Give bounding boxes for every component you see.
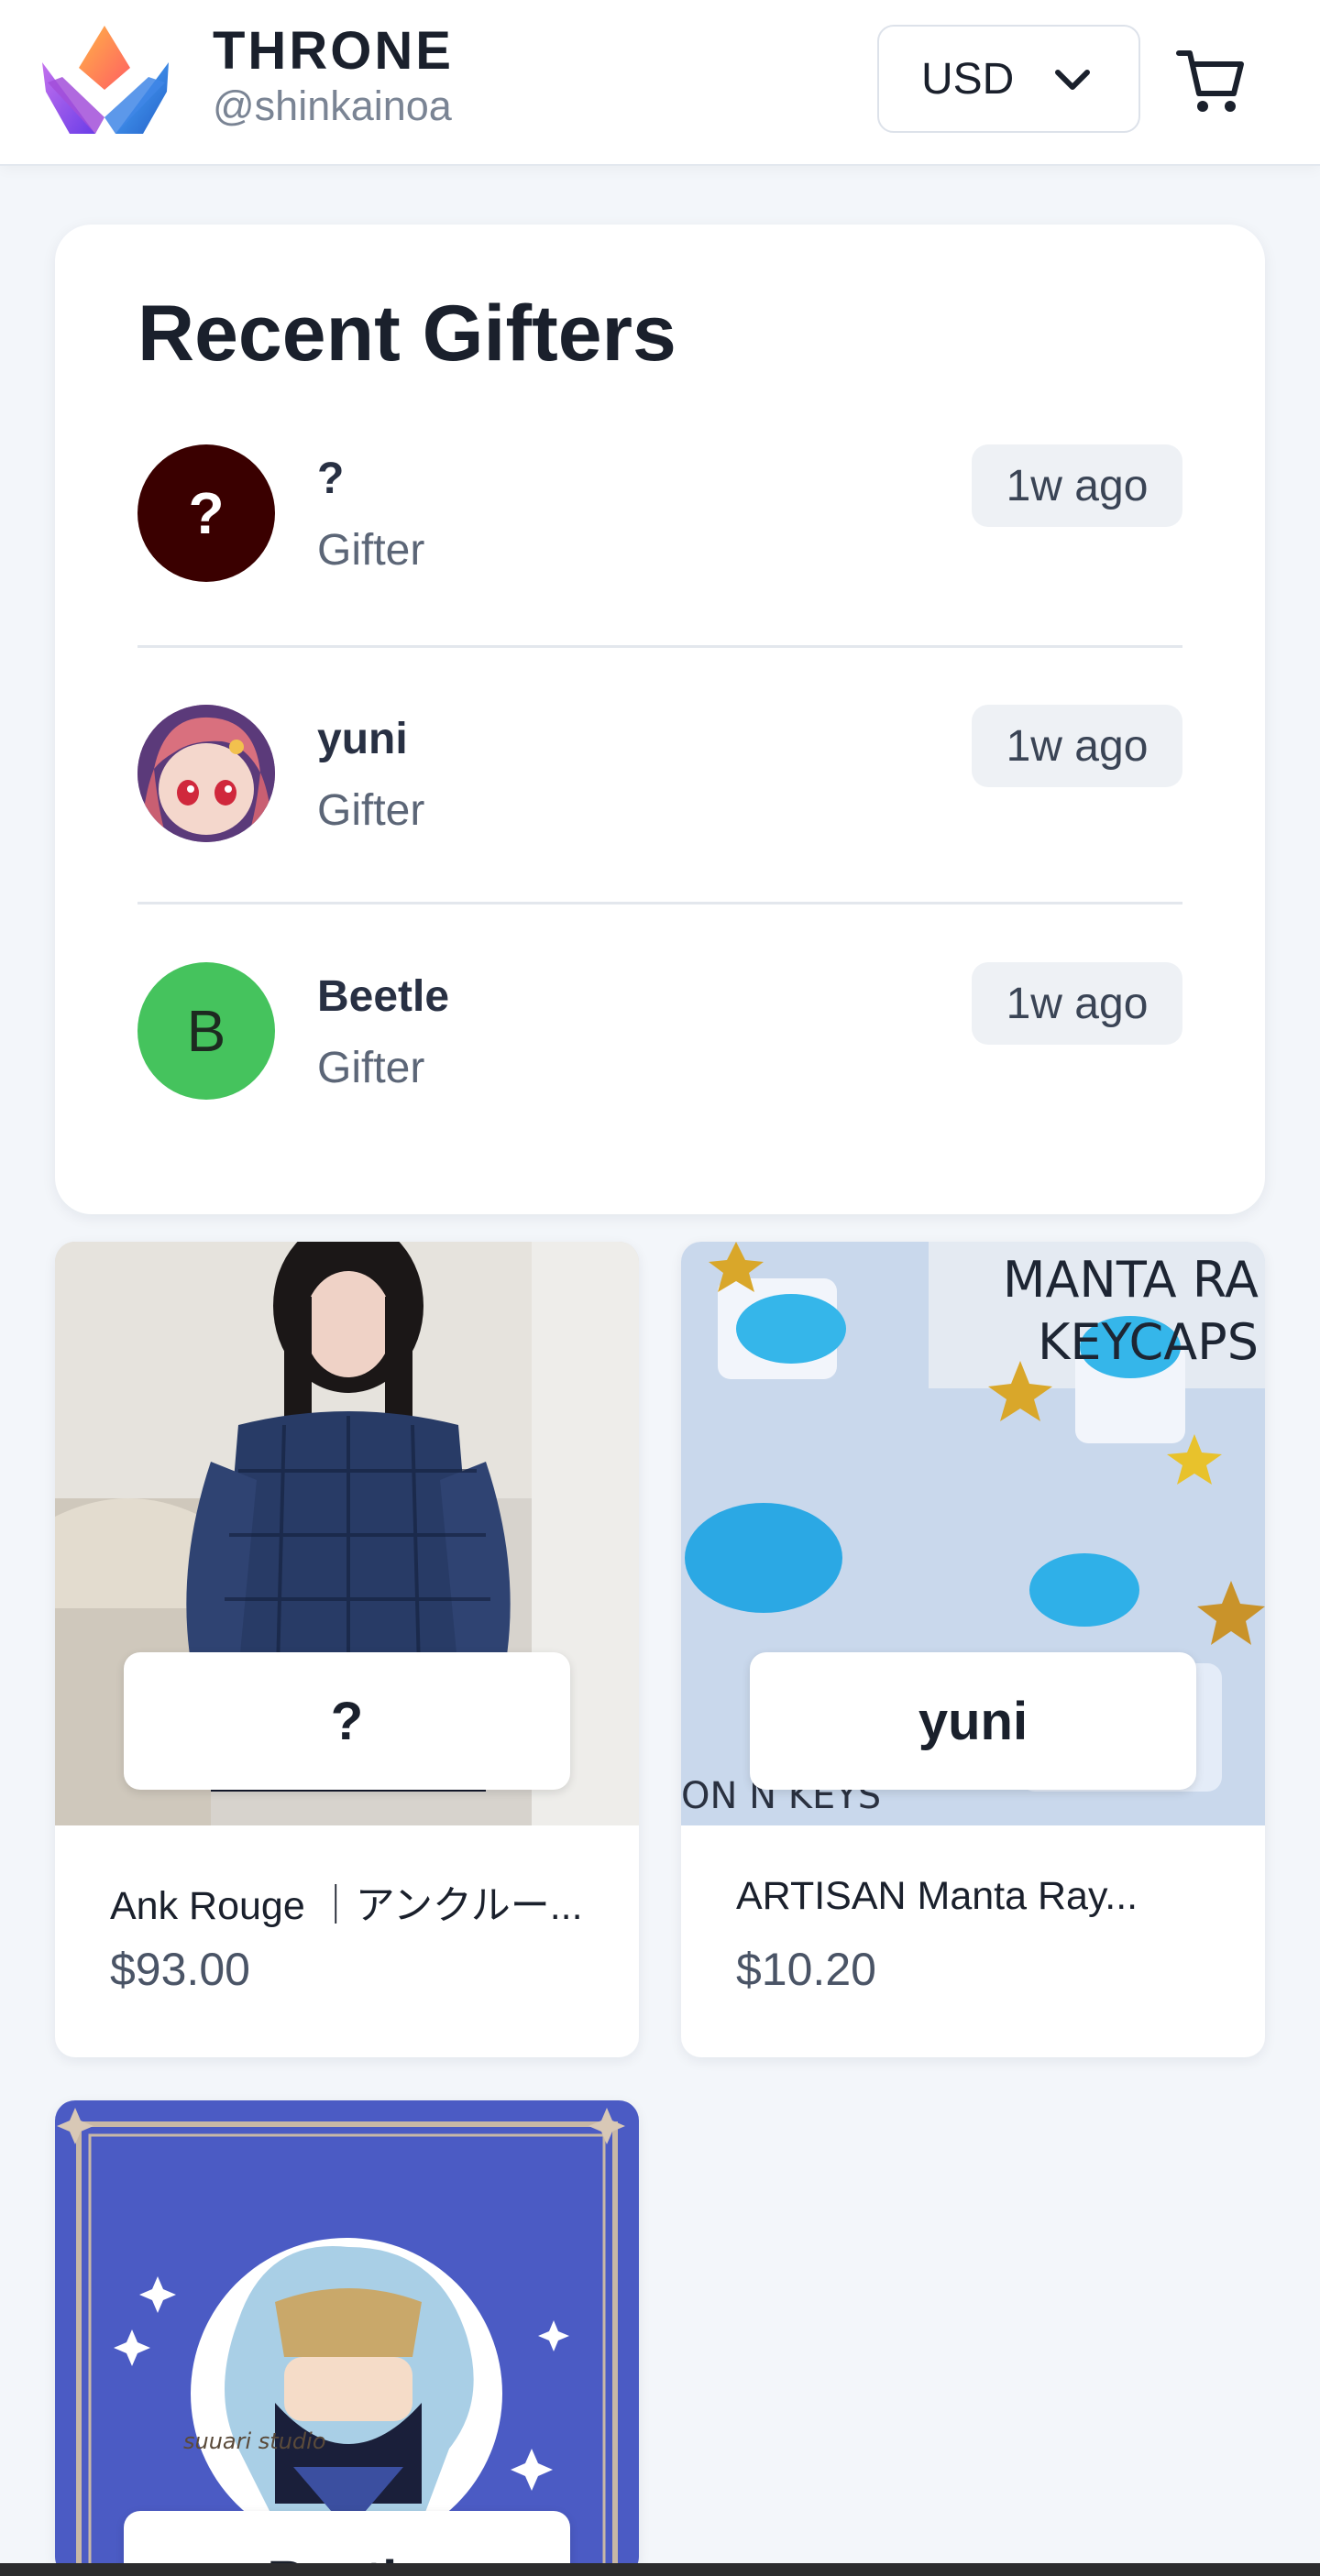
product-price: $10.20 <box>736 1944 876 1995</box>
product-title: Ank Rouge ｜アンクルー... <box>110 1884 583 1928</box>
product-price: $93.00 <box>110 1944 250 1995</box>
avatar <box>138 705 275 842</box>
recent-gifters-card: Recent Gifters ? ? Gifter 1w ago yuni Gi… <box>55 225 1265 1214</box>
time-badge: 1w ago <box>972 962 1182 1045</box>
throne-logo-icon[interactable] <box>42 26 170 134</box>
product-card[interactable]: suuari studio Beetle <box>55 2100 639 2576</box>
image-watermark: suuari studio <box>183 2428 326 2454</box>
avatar-initial: B <box>186 998 226 1064</box>
product-card[interactable]: ? Ank Rouge ｜アンクルー... $93.00 <box>55 1242 639 2057</box>
product-title: ARTISAN Manta Ray... <box>736 1874 1138 1918</box>
creator-handle: @shinkainoa <box>213 82 452 129</box>
currency-select[interactable]: USD <box>877 25 1140 133</box>
time-badge: 1w ago <box>972 705 1182 787</box>
gifter-role: Gifter <box>317 526 425 575</box>
gifter-role: Gifter <box>317 786 425 835</box>
gifter-name: Beetle <box>317 972 450 1021</box>
avatar: B <box>138 962 275 1100</box>
cart-icon[interactable] <box>1175 44 1248 117</box>
brand-title: THRONE <box>213 21 454 81</box>
time-badge: 1w ago <box>972 444 1182 527</box>
gifter-row[interactable]: ? ? Gifter 1w ago <box>138 444 1182 648</box>
product-card[interactable]: MANTA RA KEYCAPS ON N KEYS yuni ARTISAN … <box>681 1242 1265 2057</box>
gifter-name: yuni <box>317 715 408 763</box>
gifter-name: ? <box>317 455 345 503</box>
anime-avatar-icon <box>138 705 275 842</box>
avatar-initial: ? <box>188 480 225 546</box>
avatar: ? <box>138 444 275 582</box>
product-image: suuari studio Beetle <box>55 2100 639 2576</box>
image-caption-line-1: MANTA RA <box>1003 1251 1259 1309</box>
product-image: MANTA RA KEYCAPS ON N KEYS yuni <box>681 1242 1265 1825</box>
top-header: THRONE @shinkainoa USD <box>0 0 1320 166</box>
recent-gifters-title: Recent Gifters <box>138 290 676 378</box>
system-bottom-bar <box>0 2563 1320 2576</box>
gifter-row[interactable]: B Beetle Gifter 1w ago <box>138 962 1182 1145</box>
currency-value: USD <box>921 54 1015 104</box>
gifter-role: Gifter <box>317 1044 425 1092</box>
gifter-name-pill: ? <box>124 1652 570 1790</box>
gifter-name-pill: yuni <box>750 1652 1196 1790</box>
chevron-down-icon <box>1055 70 1090 90</box>
image-caption-line-2: KEYCAPS <box>1038 1313 1259 1371</box>
product-image: ? <box>55 1242 639 1825</box>
gifter-row[interactable]: yuni Gifter 1w ago <box>138 705 1182 904</box>
